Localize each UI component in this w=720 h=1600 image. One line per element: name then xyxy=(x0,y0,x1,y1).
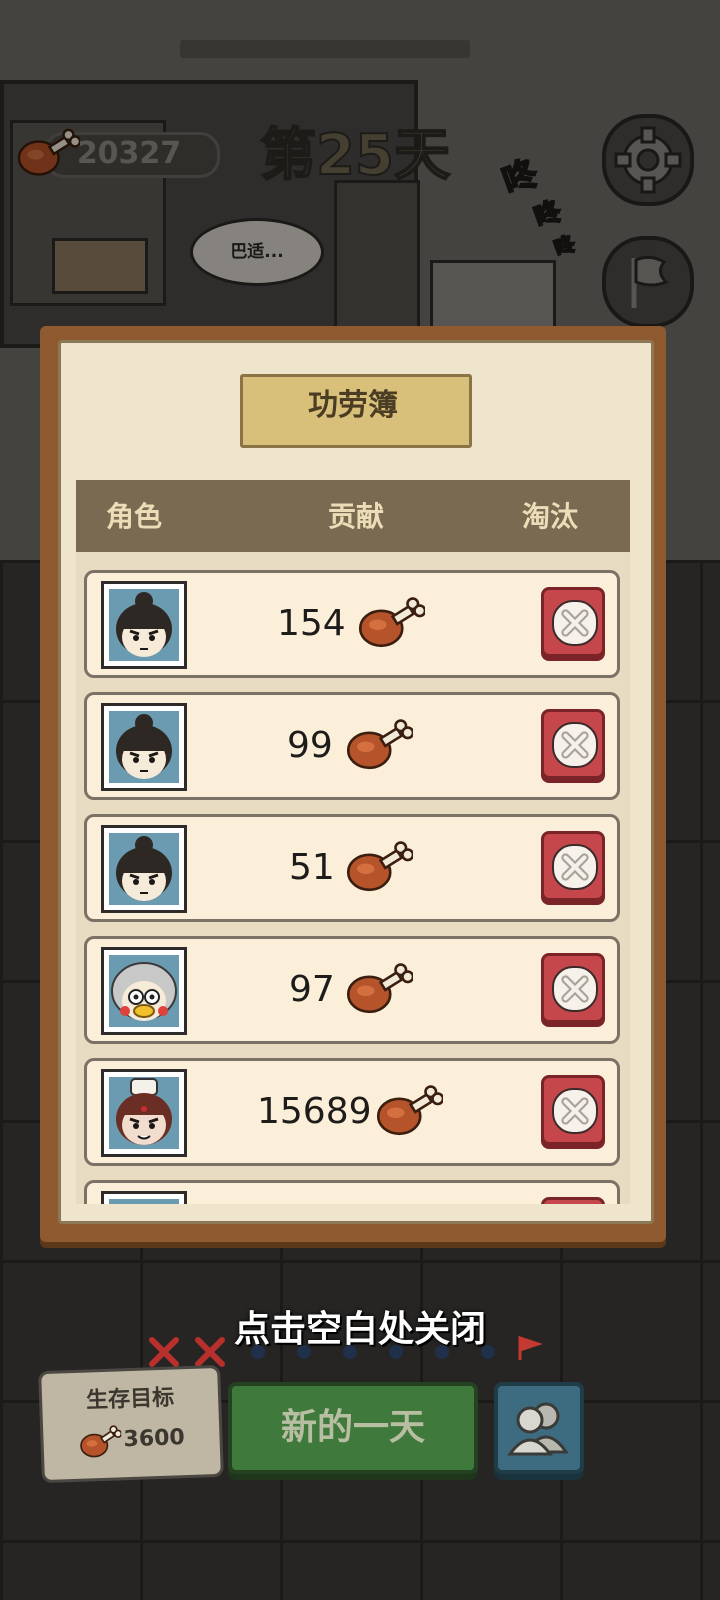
avatar xyxy=(101,581,187,669)
column-header-contribution: 贡献 xyxy=(328,500,385,533)
game-screen: 20327 第25天 咚 咚 咚 巴适... 功劳簿 角色 贡献 淘汰 154 … xyxy=(0,0,720,1600)
drumstick-icon xyxy=(343,837,413,897)
bun-hair-survivor-avatar xyxy=(109,833,179,905)
contribution-value: 15689 xyxy=(257,1091,372,1132)
character-list[interactable]: 154 99 51 97 15689 xyxy=(76,552,630,1204)
table-row xyxy=(84,1180,620,1204)
remove-button[interactable] xyxy=(541,953,605,1023)
remove-button[interactable] xyxy=(541,1075,605,1145)
drumstick-icon xyxy=(373,1081,443,1141)
remove-button[interactable] xyxy=(541,709,605,779)
close-x-icon xyxy=(552,722,598,768)
survival-goal-card: 生存目标 3600 xyxy=(38,1364,224,1484)
drumstick-icon xyxy=(355,593,425,653)
remove-button[interactable] xyxy=(541,587,605,657)
people-button[interactable] xyxy=(494,1382,584,1474)
column-header-character: 角色 xyxy=(106,500,163,533)
partial-avatar xyxy=(109,1199,179,1204)
table-row: 15689 xyxy=(84,1058,620,1166)
goal-flag-icon xyxy=(518,1335,543,1360)
contribution-value: 97 xyxy=(289,969,335,1010)
avatar xyxy=(101,703,187,791)
remove-button[interactable] xyxy=(541,1197,605,1204)
avatar xyxy=(101,947,187,1035)
grey-hair-duck-face-avatar xyxy=(109,955,179,1027)
column-header-eliminate: 淘汰 xyxy=(522,500,579,533)
remove-button[interactable] xyxy=(541,831,605,901)
new-day-label: 新的一天 xyxy=(280,1407,425,1448)
goal-label: 生存目标 xyxy=(85,1385,175,1414)
table-row: 51 xyxy=(84,814,620,922)
modal-title: 功劳簿 xyxy=(308,388,398,423)
avatar xyxy=(101,1191,187,1204)
drumstick-icon xyxy=(343,715,413,775)
contribution-value: 99 xyxy=(287,725,333,766)
close-x-icon xyxy=(552,1088,598,1134)
drumstick-icon xyxy=(343,959,413,1019)
avatar xyxy=(101,825,187,913)
table-row: 97 xyxy=(84,936,620,1044)
contribution-value: 154 xyxy=(277,603,346,644)
close-x-icon xyxy=(552,600,598,646)
close-x-icon xyxy=(552,844,598,890)
close-x-icon xyxy=(552,966,598,1012)
contribution-value: 51 xyxy=(289,847,335,888)
failed-day-marks xyxy=(149,1337,225,1367)
bun-hair-survivor-avatar xyxy=(109,711,179,783)
table-row: 154 xyxy=(84,570,620,678)
table-row: 99 xyxy=(84,692,620,800)
avatar xyxy=(101,1069,187,1157)
goal-value: 3600 xyxy=(123,1425,186,1453)
chef-hat-survivor-avatar xyxy=(109,1077,179,1149)
drumstick-icon xyxy=(77,1423,122,1461)
people-icon xyxy=(507,1402,569,1456)
bun-hair-survivor-avatar xyxy=(109,589,179,661)
